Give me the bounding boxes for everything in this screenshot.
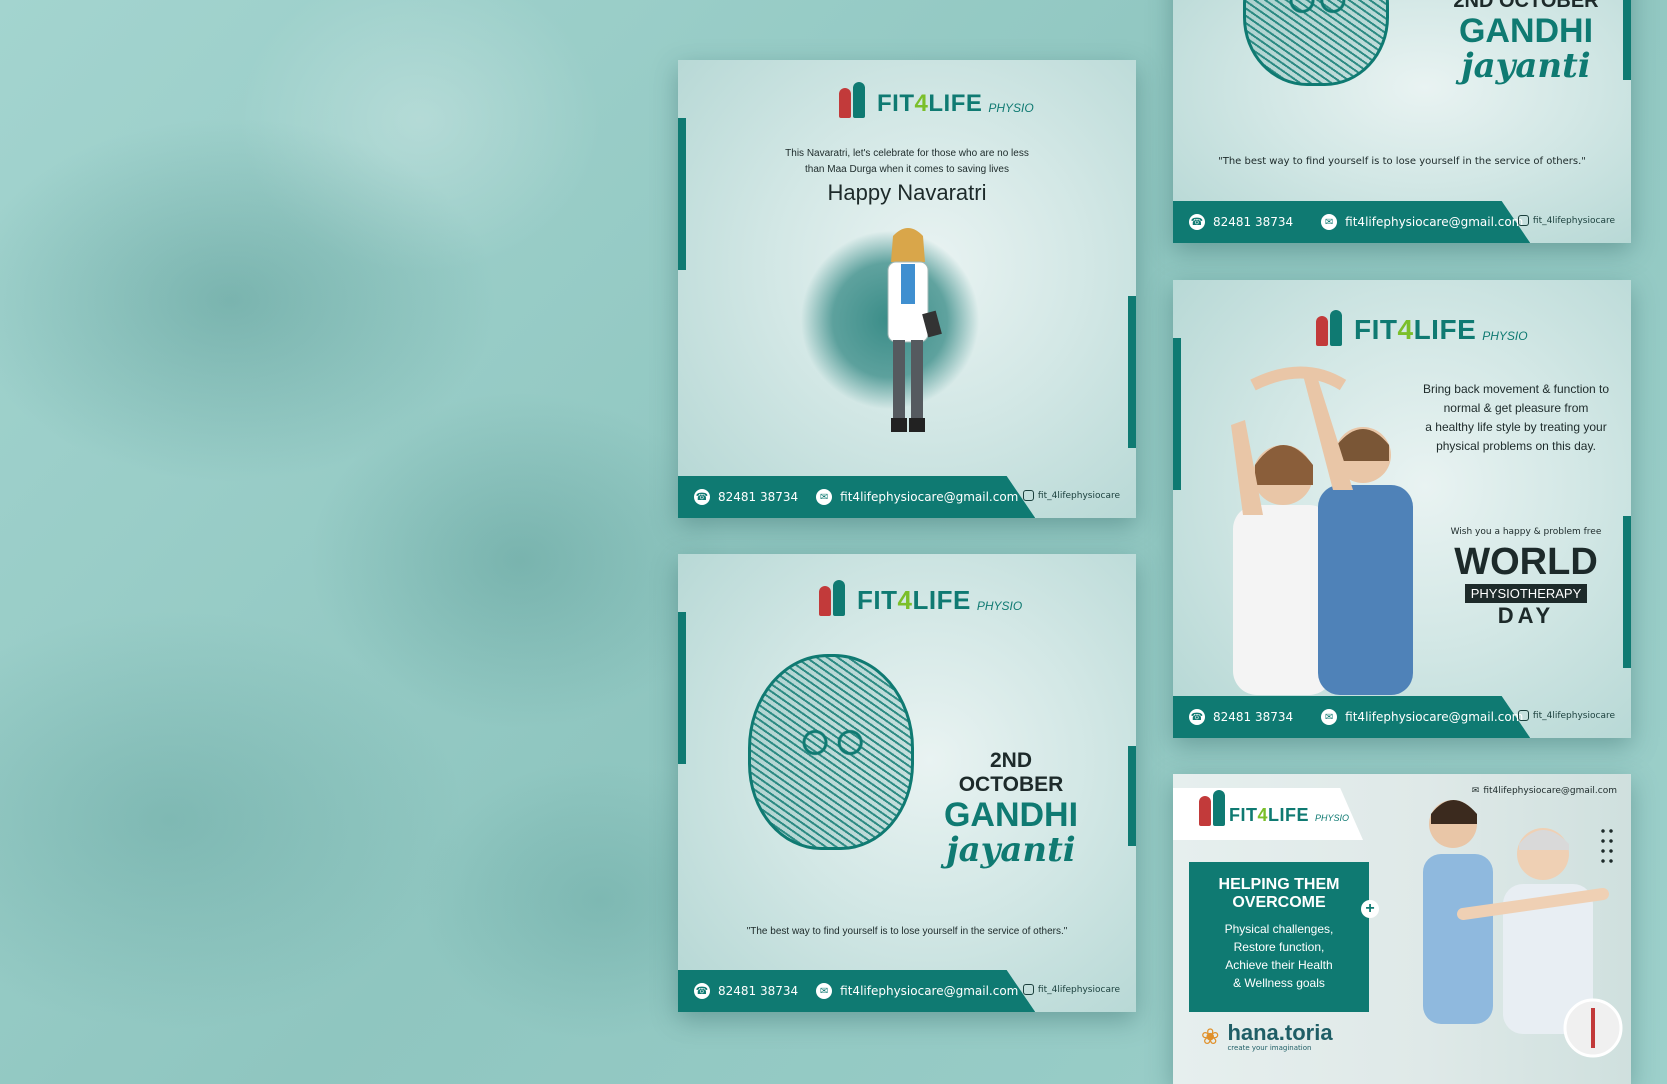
quote-text: "The best way to find yourself is to los… bbox=[746, 926, 1068, 937]
contact-footer: ☎ 82481 38734 ✉ fit4lifephysiocare@gmail.c… bbox=[1173, 696, 1631, 738]
jayanti-script: jayanti bbox=[1461, 46, 1591, 86]
navaratri-headline: Happy Navaratri bbox=[827, 180, 987, 205]
world-title: WORLD bbox=[1454, 541, 1598, 583]
mail-icon: ✉ bbox=[816, 983, 833, 999]
hanatoria-watermark: ❀ hana.toria create your imagination bbox=[1201, 1020, 1333, 1053]
instagram-icon bbox=[1022, 984, 1034, 995]
email-contact: ✉ fit4lifephysiocare@gmail.com bbox=[1321, 709, 1523, 725]
fit4life-logo: FIT4LIFE PHYSIO bbox=[813, 578, 1022, 616]
instagram-icon bbox=[1022, 490, 1034, 501]
date-label: 2ND OCTOBER bbox=[958, 749, 1064, 796]
helping-headline-2: OVERCOME bbox=[1232, 894, 1326, 911]
physio-message-line-3: a healthy life style by treating your bbox=[1425, 420, 1607, 434]
accent-bar bbox=[1623, 0, 1631, 80]
logo-figures-icon bbox=[833, 80, 871, 118]
helping-body-1: Physical challenges, bbox=[1224, 922, 1334, 936]
instagram-contact: fit_4lifephysiocare bbox=[1022, 490, 1120, 501]
contact-footer: ☎ 82481 38734 ✉ fit4lifephysiocare@gmail.c… bbox=[1173, 201, 1631, 243]
email-contact: ✉ fit4lifephysiocare@gmail.com bbox=[816, 489, 1018, 505]
helping-them-overcome-card: FIT4LIFE PHYSIO ✉ fit4lifephysiocare@gmai… bbox=[1173, 774, 1631, 1084]
helping-body-2: Restore function, bbox=[1233, 940, 1325, 954]
accent-bar-right bbox=[1128, 296, 1136, 448]
fit4life-logo: FIT4LIFE PHYSIO bbox=[1310, 308, 1528, 346]
contact-footer: ☎ 82481 38734 ✉ fit4lifephysiocare@gmail.c… bbox=[678, 970, 1136, 1012]
navaratri-tagline-2: than Maa Durga when it comes to saving l… bbox=[805, 164, 1009, 175]
day-label: DAY bbox=[1497, 603, 1555, 628]
wish-text: Wish you a happy & problem free bbox=[1450, 527, 1602, 537]
accent-bar-left bbox=[678, 612, 686, 764]
helping-message-box: HELPING THEM OVERCOME + Physical challen… bbox=[1189, 862, 1379, 1012]
helping-headline-1: HELPING THEM bbox=[1218, 876, 1340, 893]
gandhi-title: GANDHI bbox=[943, 796, 1079, 834]
quote-text: "The best way to find yourself is to los… bbox=[1218, 156, 1586, 167]
mail-icon: ✉ bbox=[1321, 214, 1338, 230]
instagram-icon bbox=[1517, 710, 1529, 721]
phone-icon: ☎ bbox=[694, 983, 710, 999]
physiotherapy-session-photo bbox=[1231, 366, 1413, 695]
jayanti-script: jayanti bbox=[946, 830, 1076, 870]
doctor-illustration bbox=[887, 228, 942, 432]
phone-icon: ☎ bbox=[694, 489, 710, 505]
gandhi-jayanti-card-top: 2ND OCTOBER GANDHI jayanti "The best way… bbox=[1173, 0, 1631, 243]
physio-message-line-1: Bring back movement & function to bbox=[1422, 382, 1610, 396]
instagram-icon bbox=[1517, 215, 1529, 226]
world-physiotherapy-day-card: FIT4LIFE PHYSIO Bring back movement & fu… bbox=[1173, 280, 1631, 738]
mail-icon: ✉ bbox=[816, 489, 833, 505]
physiotherapy-label: PHYSIOTHERAPY bbox=[1464, 584, 1588, 603]
plus-icon: + bbox=[1361, 900, 1379, 918]
phone-icon: ☎ bbox=[1189, 709, 1205, 725]
phone-contact: ☎ 82481 38734 bbox=[694, 983, 799, 999]
phone-contact: ☎ 82481 38734 bbox=[1189, 214, 1294, 230]
contact-footer: ☎ 82481 38734 ✉ fit4lifephysiocare@gmail.c… bbox=[678, 476, 1136, 518]
instagram-contact: fit_4lifephysiocare bbox=[1517, 215, 1615, 226]
email-contact: ✉ fit4lifephysiocare@gmail.com bbox=[816, 983, 1018, 999]
fit4life-logo: FIT4LIFE PHYSIO bbox=[1193, 790, 1349, 826]
gandhi-portrait-illustration bbox=[748, 654, 914, 850]
mail-icon: ✉ bbox=[1321, 709, 1338, 725]
phone-contact: ☎ 82481 38734 bbox=[694, 489, 799, 505]
logo-figures-icon bbox=[1310, 308, 1348, 346]
phone-icon: ☎ bbox=[1189, 214, 1205, 230]
lotus-logo-icon: ❀ bbox=[1201, 1024, 1220, 1050]
logo-figures-icon bbox=[813, 578, 851, 616]
accent-bar-right bbox=[1623, 516, 1631, 668]
gandhi-portrait-illustration bbox=[1243, 0, 1389, 86]
instagram-contact: fit_4lifephysiocare bbox=[1022, 984, 1120, 995]
gandhi-jayanti-card: FIT4LIFE PHYSIO 2ND OCTOBER GANDHI jayan… bbox=[678, 554, 1136, 1012]
email-contact: ✉ fit4lifephysiocare@gmail.com bbox=[1321, 214, 1523, 230]
helping-body-3: Achieve their Health bbox=[1225, 958, 1333, 972]
fit4life-logo: FIT4LIFE PHYSIO bbox=[833, 80, 1034, 118]
logo-figures-icon bbox=[1193, 790, 1225, 826]
accent-bar-right bbox=[1128, 746, 1136, 846]
accent-bar-left bbox=[1173, 338, 1181, 490]
navaratri-card: FIT4LIFE PHYSIO This Navaratri, let's ce… bbox=[678, 60, 1136, 518]
navaratri-tagline-1: This Navaratri, let's celebrate for thos… bbox=[785, 148, 1029, 159]
instagram-contact: fit_4lifephysiocare bbox=[1517, 710, 1615, 721]
phone-contact: ☎ 82481 38734 bbox=[1189, 709, 1294, 725]
helping-body-4: & Wellness goals bbox=[1233, 976, 1325, 990]
physio-message-line-4: physical problems on this day. bbox=[1436, 439, 1596, 453]
physio-message-line-2: normal & get pleasure from bbox=[1443, 401, 1589, 415]
gandhi-title: GANDHI bbox=[1458, 12, 1594, 50]
therapy-photo bbox=[1423, 800, 1623, 1058]
